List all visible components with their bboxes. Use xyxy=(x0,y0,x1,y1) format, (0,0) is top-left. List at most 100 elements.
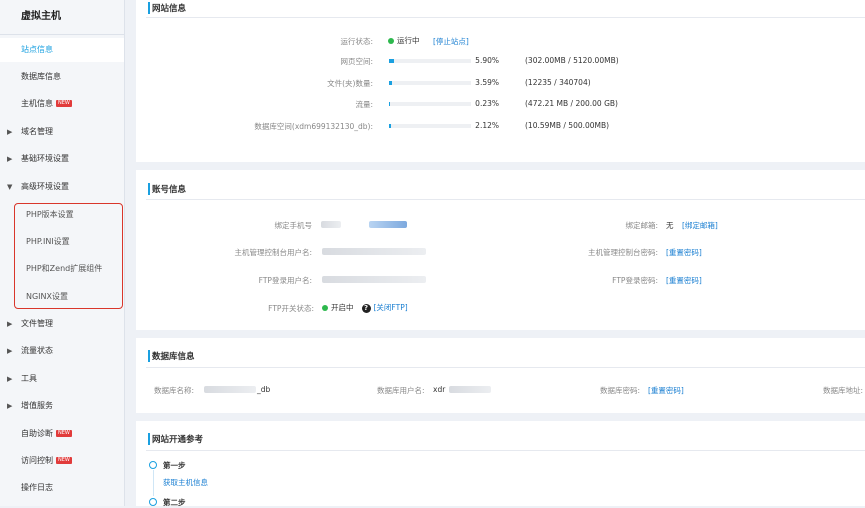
usage-detail: (302.00MB / 5120.00MB) xyxy=(525,56,619,65)
email-value: 无 xyxy=(666,221,674,230)
db-info-card: 数据库信息 数据库名称: _db 数据库用户名: xdr 数据库密码: [重置密… xyxy=(136,338,865,413)
caret-right-icon: ▶ xyxy=(7,347,13,355)
help-icon[interactable]: ? xyxy=(361,303,371,313)
bind-email-link[interactable]: [绑定邮箱] xyxy=(682,220,718,231)
sidebar-item-label: 域名管理 xyxy=(21,127,53,136)
step-connector xyxy=(153,470,154,496)
sidebar-item-label: 基础环境设置 xyxy=(21,154,69,163)
new-badge: NEW xyxy=(56,100,72,107)
db-user-value: xdr xyxy=(433,385,446,394)
sidebar-item-tools[interactable]: ▶ 工具 xyxy=(0,367,124,391)
usage-bar-fill xyxy=(389,59,394,63)
sidebar-item-label: 增值服务 xyxy=(21,401,53,410)
usage-bar-fill xyxy=(389,124,391,128)
email-label: 绑定邮箱: xyxy=(625,221,658,230)
card-title: 网站信息 xyxy=(147,2,187,14)
new-badge: NEW xyxy=(56,430,72,437)
sidebar-item-label: 文件管理 xyxy=(21,319,53,328)
sidebar-item-basic-env[interactable]: ▶ 基础环境设置 xyxy=(0,147,124,171)
sidebar-item-site-info[interactable]: 站点信息 xyxy=(0,38,124,62)
card-title: 网站开通参考 xyxy=(147,433,204,445)
running-dot-icon xyxy=(388,38,394,44)
divider xyxy=(146,17,865,18)
get-host-info-link[interactable]: 获取主机信息 xyxy=(163,477,208,488)
masked-value xyxy=(449,386,491,393)
sidebar-title: 虚拟主机 xyxy=(21,11,61,22)
sidebar-item-label: 高级环境设置 xyxy=(21,182,69,191)
ftp-pwd-label: FTP登录密码: xyxy=(612,276,658,285)
usage-label: 文件(夹)数量: xyxy=(327,79,373,88)
sidebar-item-label: 操作日志 xyxy=(21,483,53,492)
sidebar-item-label: 站点信息 xyxy=(21,45,53,54)
usage-bar-fill xyxy=(389,81,392,85)
usage-detail: (10.59MB / 500.00MB) xyxy=(525,121,610,130)
close-ftp-link[interactable]: [关闭FTP] xyxy=(374,303,408,312)
highlight-box xyxy=(14,203,123,309)
usage-percent: 5.90% xyxy=(475,56,499,65)
caret-down-icon: ▼ xyxy=(7,183,13,191)
usage-percent: 2.12% xyxy=(475,121,499,130)
sidebar-item-db-info[interactable]: 数据库信息 xyxy=(0,65,124,89)
sidebar-item-operation-log[interactable]: 操作日志 xyxy=(0,476,124,500)
run-status-value: 运行中 xyxy=(397,36,420,45)
usage-bar-fill xyxy=(389,102,390,106)
usage-detail: (472.21 MB / 200.00 GB) xyxy=(525,99,618,108)
usage-label: 网页空间: xyxy=(340,57,373,66)
db-addr-label: 数据库地址: xyxy=(823,386,864,395)
panel-pwd-label: 主机管理控制台密码: xyxy=(587,248,658,257)
sidebar-item-host-info[interactable]: 主机信息 NEW xyxy=(0,92,124,116)
card-title: 账号信息 xyxy=(147,183,187,195)
stop-site-link[interactable]: [停止站点] xyxy=(433,36,469,47)
masked-value xyxy=(204,386,256,393)
sidebar-item-label: 主机信息 xyxy=(21,99,53,108)
sidebar-item-label: 数据库信息 xyxy=(21,72,61,81)
sidebar-item-label: 访问控制 xyxy=(21,456,53,465)
step1-label: 第一步 xyxy=(163,461,186,470)
db-user-label: 数据库用户名: xyxy=(377,386,425,395)
db-name-tail: _db xyxy=(257,385,271,394)
usage-percent: 0.23% xyxy=(475,99,499,108)
divider xyxy=(146,450,865,451)
step-circle-icon xyxy=(149,498,157,506)
step-circle-icon xyxy=(149,461,157,469)
step2-label: 第二步 xyxy=(163,498,186,507)
sidebar-item-access-control[interactable]: 访问控制 NEW xyxy=(0,449,124,473)
divider xyxy=(146,367,865,368)
run-status: 运行中 xyxy=(388,35,420,46)
sidebar-item-label: 工具 xyxy=(21,374,37,383)
db-name-label: 数据库名称: xyxy=(154,386,195,395)
ftp-switch-status: 开启中? [关闭FTP] xyxy=(322,302,408,313)
reset-panel-pwd-link[interactable]: [重置密码] xyxy=(666,247,702,258)
sidebar-item-file-manage[interactable]: ▶ 文件管理 xyxy=(0,312,124,336)
caret-right-icon: ▶ xyxy=(7,320,13,328)
caret-right-icon: ▶ xyxy=(7,155,13,163)
sidebar: 虚拟主机 站点信息 数据库信息 主机信息 NEW ▶ 域名管理 ▶ 基础环境设置 ▼ 高… xyxy=(0,0,125,506)
status-dot-icon xyxy=(322,305,328,311)
sidebar-item-label: 流量状态 xyxy=(21,346,53,355)
run-status-label: 运行状态: xyxy=(340,37,373,46)
divider xyxy=(146,199,865,200)
caret-right-icon: ▶ xyxy=(7,128,13,136)
usage-detail: (12235 / 340704) xyxy=(525,78,591,87)
new-badge: NEW xyxy=(56,457,72,464)
sidebar-item-label: 自助诊断 xyxy=(21,429,53,438)
sidebar-item-value-added[interactable]: ▶ 增值服务 xyxy=(0,394,124,418)
account-info-card: 账号信息 绑定手机号 绑定邮箱: 无 [绑定邮箱] 主机管理控制台用户名: 主机… xyxy=(136,170,865,330)
usage-percent: 3.59% xyxy=(475,78,499,87)
sidebar-item-self-diagnose[interactable]: 自助诊断 NEW xyxy=(0,422,124,446)
sidebar-divider xyxy=(0,34,124,35)
db-pwd-label: 数据库密码: xyxy=(600,386,641,395)
sidebar-item-domain[interactable]: ▶ 域名管理 xyxy=(0,120,124,144)
reset-ftp-pwd-link[interactable]: [重置密码] xyxy=(666,275,702,286)
reference-card: 网站开通参考 第一步 获取主机信息 第二步 xyxy=(136,421,865,507)
caret-right-icon: ▶ xyxy=(7,402,13,410)
sidebar-item-traffic[interactable]: ▶ 流量状态 xyxy=(0,339,124,363)
caret-right-icon: ▶ xyxy=(7,375,13,383)
usage-label: 流量: xyxy=(355,100,373,109)
sidebar-item-advanced-env[interactable]: ▼ 高级环境设置 xyxy=(0,175,124,199)
site-info-card: 网站信息 运行状态: 运行中 [停止站点] 网页空间: 5.90% (302.0… xyxy=(136,0,865,162)
reset-db-pwd-link[interactable]: [重置密码] xyxy=(648,385,684,396)
card-title: 数据库信息 xyxy=(148,350,195,362)
usage-label: 数据库空间(xdm699132130_db): xyxy=(254,122,373,131)
ftp-switch-label: FTP开关状态: xyxy=(268,304,314,313)
